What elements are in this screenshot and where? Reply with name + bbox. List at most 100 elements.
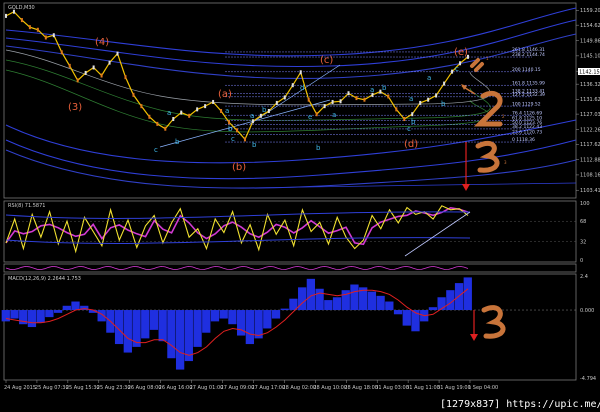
- macd-bar: [45, 310, 54, 318]
- macd-bar: [271, 310, 281, 319]
- wave-label: (b): [232, 162, 246, 173]
- x-tick-label: 28 Aug 10:00: [313, 385, 347, 391]
- x-tick-label: 25 Aug 23:30: [97, 385, 131, 391]
- macd-bar: [184, 310, 193, 362]
- price-candle: [315, 112, 318, 117]
- x-axis: 24 Aug 201525 Aug 07:3025 Aug 15:3025 Au…: [4, 380, 498, 391]
- macd-bar: [10, 310, 19, 319]
- macd-bar: [402, 310, 411, 326]
- y-axis: 1159.201154.621149.861145.101140.341136.…: [576, 8, 600, 382]
- macd-bar: [280, 308, 289, 311]
- sub-wave-label: a: [225, 107, 229, 115]
- price-candle: [92, 65, 95, 70]
- macd-bar: [385, 301, 394, 311]
- macd-bar: [350, 284, 359, 311]
- macd-bar: [263, 310, 272, 329]
- y-tick-label: 1131.62: [580, 97, 600, 103]
- macd-bar: [210, 310, 220, 322]
- price-candle: [228, 120, 231, 125]
- macd-bar: [324, 300, 333, 311]
- macd-bar: [202, 310, 211, 333]
- macd-bar: [149, 310, 159, 330]
- sub-wave-label: b: [262, 106, 267, 114]
- fib-label: 38.2 1122.43: [512, 124, 542, 130]
- macd-bar: [193, 310, 202, 347]
- price-candle: [355, 96, 358, 101]
- macd-bar: [141, 310, 150, 339]
- price-candle: [52, 33, 55, 38]
- price-candle: [212, 99, 215, 104]
- price-candle: [5, 13, 7, 18]
- macd-bar: [36, 310, 45, 323]
- rsi-y-tick-label: 0: [580, 258, 583, 264]
- wave-label: (c): [320, 55, 333, 66]
- price-candle: [451, 69, 454, 74]
- x-tick-label: 28 Aug 18:00: [344, 385, 378, 391]
- macd-bar: [245, 310, 254, 345]
- sub-wave-label: a: [409, 95, 413, 103]
- sub-wave-label: b: [316, 144, 321, 152]
- price-candle: [188, 113, 191, 118]
- x-tick-label: 24 Aug 2015: [4, 385, 36, 391]
- rsi-panel-frame: [3, 200, 577, 263]
- fib-label: 76.4 1126.69: [512, 110, 542, 116]
- wave-label: (3): [68, 102, 82, 113]
- price-candle: [411, 112, 414, 117]
- sub-wave-label: a: [250, 112, 254, 120]
- price-candle: [243, 137, 246, 142]
- price-candle: [435, 93, 438, 98]
- sub-wave-label: b: [228, 125, 233, 133]
- price-candle: [275, 100, 278, 105]
- price-candle: [68, 63, 71, 68]
- price-candle: [443, 81, 446, 86]
- y-tick-label: 1122.26: [580, 127, 600, 133]
- price-candle: [259, 113, 262, 118]
- macd-bar: [71, 301, 80, 311]
- x-tick-label: 27 Aug 01:00: [190, 385, 224, 391]
- macd-bar: [315, 288, 324, 311]
- y-tick-label: 1103.41: [580, 188, 600, 194]
- sub-wave-label: a: [370, 86, 374, 94]
- sub-wave-label: b: [382, 84, 387, 92]
- x-tick-label: 25 Aug 15:30: [66, 385, 100, 391]
- price-candle: [132, 92, 135, 97]
- macd-bar: [463, 277, 472, 311]
- x-tick-label: 31 Aug 19:00: [437, 385, 471, 391]
- x-tick-label: 1 Sep 04:00: [468, 385, 498, 391]
- price-candle: [323, 104, 326, 109]
- wave-label: (a): [218, 89, 232, 100]
- macd-bar: [62, 305, 71, 311]
- macd-bar: [27, 310, 37, 328]
- wave-label: (d): [404, 139, 418, 150]
- price-candle: [363, 97, 366, 102]
- price-candle: [116, 51, 119, 56]
- price-candle: [172, 117, 175, 122]
- price-candle: [283, 95, 286, 100]
- macd-bar: [123, 310, 132, 353]
- wave-label: (4): [95, 37, 109, 48]
- y-tick-label: 1149.86: [580, 38, 600, 44]
- macd-bar: [367, 291, 377, 311]
- macd-bar: [428, 307, 438, 311]
- sub-wave-label: b: [441, 100, 446, 108]
- fib-label: 238.2 1144.74: [512, 52, 545, 58]
- price-candle: [403, 117, 406, 122]
- price-candle: [459, 61, 462, 66]
- price-candle: [291, 83, 294, 88]
- price-candle: [196, 107, 199, 112]
- y-tick-label: 1112.88: [580, 158, 600, 164]
- x-tick-label: 31 Aug 03:00: [375, 385, 409, 391]
- macd-bar: [97, 310, 106, 322]
- sub-wave-label: c: [154, 146, 158, 154]
- rsi-y-tick-label: 100: [580, 201, 590, 207]
- sub-wave-label: c: [407, 125, 411, 133]
- price-candle: [339, 99, 342, 104]
- macd-panel-title: MACD(12,26,9) 2.2644 1.753: [8, 276, 81, 282]
- price-candle: [387, 94, 390, 99]
- sub-wave-label: d: [300, 84, 304, 92]
- sub-wave-label: b: [411, 118, 416, 126]
- macd-bar: [332, 297, 342, 311]
- rsi-y-tick-label: 32: [580, 240, 586, 246]
- macd-bar: [167, 310, 176, 359]
- macd-bar: [175, 310, 185, 370]
